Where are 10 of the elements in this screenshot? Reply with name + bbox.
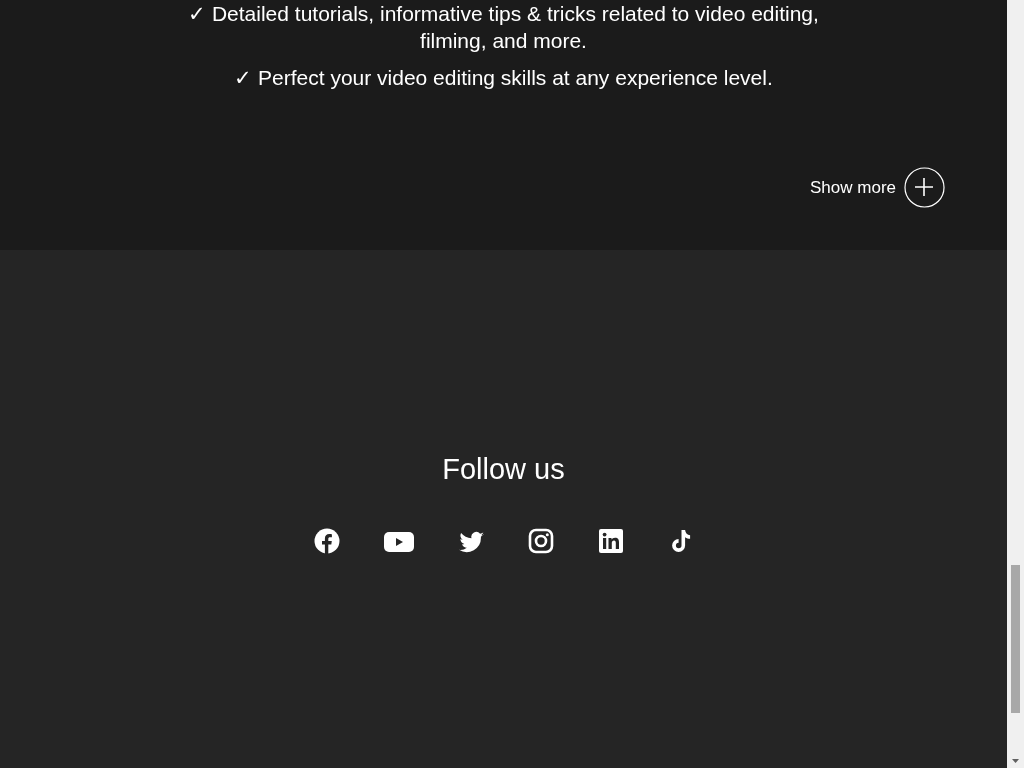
show-more-button[interactable]: Show more [810,167,945,208]
follow-title: Follow us [442,452,565,487]
feature-text: ✓ Perfect your video editing skills at any experience level. [233,65,774,91]
feature-text: ✓ Detailed tutorials, informative tips & tricks related to video editing, filming, and more. [187,1,820,54]
instagram-icon[interactable] [527,527,554,556]
scrollbar[interactable] [1007,0,1024,768]
scrollbar-thumb[interactable] [1011,565,1020,713]
facebook-icon[interactable] [313,527,340,556]
linkedin-icon[interactable] [597,527,624,556]
scroll-down-icon[interactable] [1012,759,1019,763]
